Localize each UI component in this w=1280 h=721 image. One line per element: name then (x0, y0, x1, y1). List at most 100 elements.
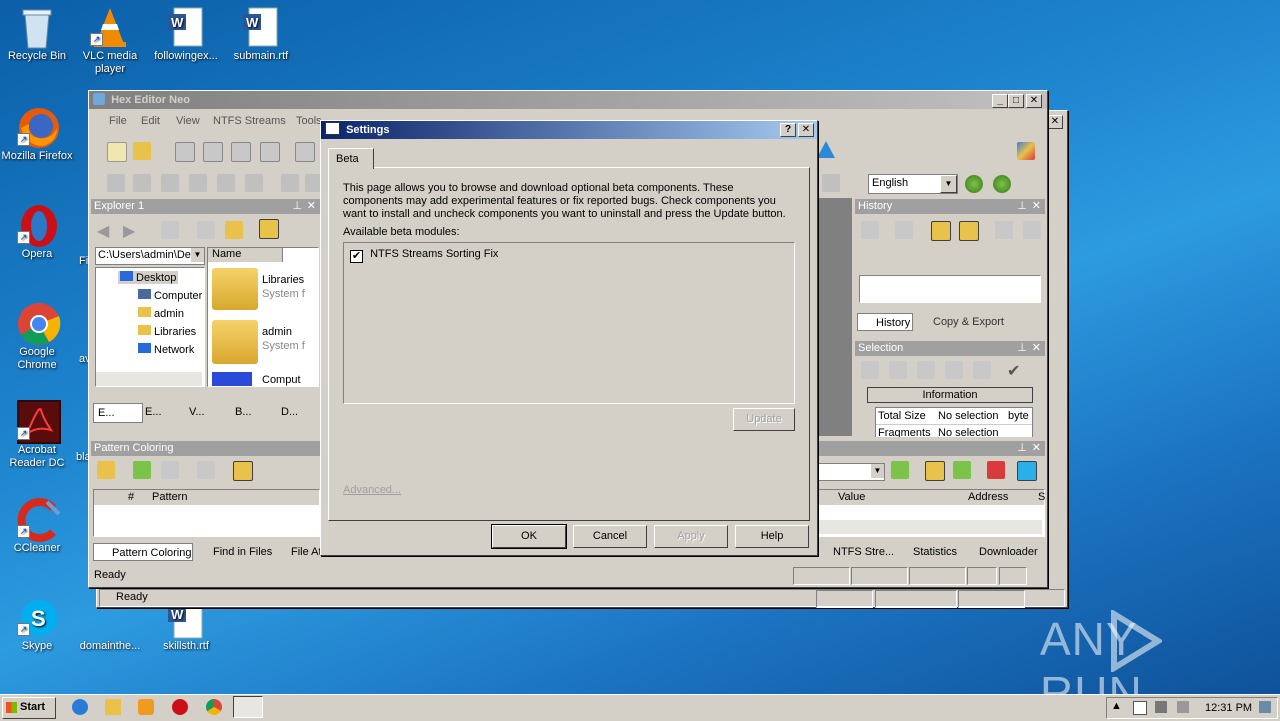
pattern-settings-icon[interactable] (197, 461, 215, 479)
history-clock2-icon[interactable] (959, 221, 979, 241)
selection-tool-icon[interactable] (861, 361, 879, 379)
tab-ntfs-streams[interactable]: NTFS Stre... (819, 543, 899, 561)
palette-icon[interactable] (1017, 142, 1035, 160)
language-select[interactable]: English ▼ (868, 174, 958, 194)
save-as-icon[interactable] (231, 142, 251, 162)
desktop-icon-acrobat[interactable]: ↗ Acrobat Reader DC (0, 400, 74, 470)
history-clock-icon[interactable] (931, 221, 951, 241)
tab-pattern-coloring[interactable]: Pattern Coloring (93, 543, 193, 561)
chrome-icon[interactable] (206, 699, 222, 715)
chevron-down-icon[interactable]: ▼ (940, 175, 957, 193)
pin-icon[interactable]: ⊥ (1017, 199, 1027, 214)
pen-icon[interactable] (822, 174, 840, 192)
column-header[interactable]: Value (838, 491, 865, 503)
path-combo[interactable]: C:\Users\admin\De ▼ (95, 247, 205, 265)
tab-statistics[interactable]: Statistics (899, 543, 965, 561)
close-icon[interactable]: ✕ (1032, 441, 1041, 456)
close-icon[interactable]: ✕ (1032, 199, 1041, 214)
pin-icon[interactable]: ⊥ (292, 199, 302, 214)
menu-ntfs-streams[interactable]: NTFS Streams (213, 115, 286, 127)
edit-pattern-icon[interactable] (133, 461, 151, 479)
tree-item[interactable]: Libraries (138, 325, 196, 338)
desktop-icon-submain[interactable]: W submain.rtf (224, 6, 298, 63)
save-icon[interactable] (175, 142, 195, 162)
tree-item[interactable]: Desktop (118, 271, 179, 284)
ok-button[interactable]: OK (491, 524, 567, 549)
module-checkbox[interactable]: ✔ (350, 250, 363, 263)
tray-expand-icon[interactable]: ▲ (1111, 700, 1122, 712)
pattern-toggle-icon[interactable] (233, 461, 253, 481)
desktop-icon-opera[interactable]: ↗ Opera (0, 204, 74, 261)
undo-icon[interactable] (107, 174, 125, 192)
add-pattern-icon[interactable] (97, 461, 115, 479)
menu-edit[interactable]: Edit (141, 115, 160, 127)
desktop-icon-followingex[interactable]: W followingex... (149, 6, 223, 63)
help-button[interactable]: Help (735, 525, 809, 548)
tree-toggle-icon[interactable] (259, 219, 279, 239)
insert-icon[interactable] (281, 174, 299, 192)
forward-icon[interactable]: ▶ (123, 221, 141, 240)
ie-icon[interactable] (72, 699, 88, 715)
close-icon[interactable]: ✕ (307, 199, 316, 214)
clock[interactable]: 12:31 PM (1205, 702, 1252, 714)
list-item[interactable]: ✔ NTFS Streams Sorting Fix (350, 248, 498, 263)
cubes-icon[interactable] (987, 461, 1005, 479)
history-icon-5[interactable] (995, 221, 1013, 239)
close-icon[interactable]: ✕ (1047, 115, 1063, 129)
desktop-icon-vlc[interactable]: ↗ VLC media player (73, 6, 147, 76)
history-icon-6[interactable] (1023, 221, 1041, 239)
help-icon[interactable]: ? (780, 123, 796, 137)
selection-tool-icon[interactable] (889, 361, 907, 379)
explorer-icon[interactable] (105, 699, 121, 715)
column-header[interactable]: Pattern (152, 491, 187, 503)
chevron-down-icon[interactable]: ▼ (191, 248, 204, 262)
explorer-tab[interactable]: E... (93, 403, 143, 423)
chevron-down-icon[interactable]: ▼ (871, 464, 884, 478)
views-icon[interactable] (197, 221, 215, 239)
tree-item[interactable]: admin (138, 307, 184, 320)
column-header-name[interactable]: Name (208, 248, 283, 262)
type-combo[interactable]: ▼ (817, 463, 885, 481)
menu-tools[interactable]: Tools (296, 115, 322, 127)
checkmark-icon[interactable]: ✔ (1007, 361, 1025, 380)
cancel-button[interactable]: Cancel (573, 525, 647, 548)
desktop-icon-ccleaner[interactable]: ↗ CCleaner (0, 498, 74, 555)
delete-icon[interactable] (245, 174, 263, 192)
close-icon[interactable]: ✕ (798, 123, 814, 137)
opera-icon[interactable] (172, 699, 188, 715)
desktop-icon-recycle-bin[interactable]: Recycle Bin (0, 6, 74, 63)
close-icon[interactable]: ✕ (1032, 341, 1041, 356)
update-button[interactable]: Update (733, 408, 795, 431)
save-all-icon[interactable] (203, 142, 223, 162)
close-icon[interactable]: ✕ (1026, 94, 1042, 108)
tab-find-in-files[interactable]: Find in Files (199, 543, 279, 561)
tree-item[interactable]: Network (138, 343, 194, 356)
selection-tool-icon[interactable] (945, 361, 963, 379)
desktop-icon-domainthe[interactable]: domainthe... (73, 606, 147, 653)
action-center-icon[interactable] (1133, 701, 1147, 715)
explorer-tab[interactable]: V... (185, 403, 229, 421)
tab-beta[interactable]: Beta (328, 148, 374, 169)
edit-icon[interactable] (161, 174, 179, 192)
volume-icon[interactable] (1177, 701, 1189, 713)
horizontal-scrollbar[interactable] (818, 520, 1042, 534)
history-icon-1[interactable] (861, 221, 879, 239)
remove-pattern-icon[interactable] (161, 461, 179, 479)
paste-icon[interactable] (217, 174, 235, 192)
pin-icon[interactable]: ⊥ (1017, 441, 1027, 456)
selection-tool-icon[interactable] (917, 361, 935, 379)
inspector-icon[interactable] (891, 461, 909, 479)
copy-icon[interactable] (189, 174, 207, 192)
tab-downloader[interactable]: Downloader (965, 543, 1045, 561)
column-header[interactable]: # (128, 491, 134, 503)
column-header[interactable]: Address (968, 491, 1008, 503)
history-icon-2[interactable] (895, 221, 913, 239)
window-icon[interactable] (295, 142, 315, 162)
media-player-icon[interactable] (138, 699, 154, 715)
pin-icon[interactable]: ⊥ (1017, 341, 1027, 356)
explorer-tab[interactable]: E... (141, 403, 185, 421)
horizontal-scrollbar[interactable] (96, 372, 202, 386)
selection-tool-icon[interactable] (973, 361, 991, 379)
maximize-icon[interactable]: □ (1008, 94, 1024, 108)
globe-icon[interactable] (993, 175, 1011, 193)
